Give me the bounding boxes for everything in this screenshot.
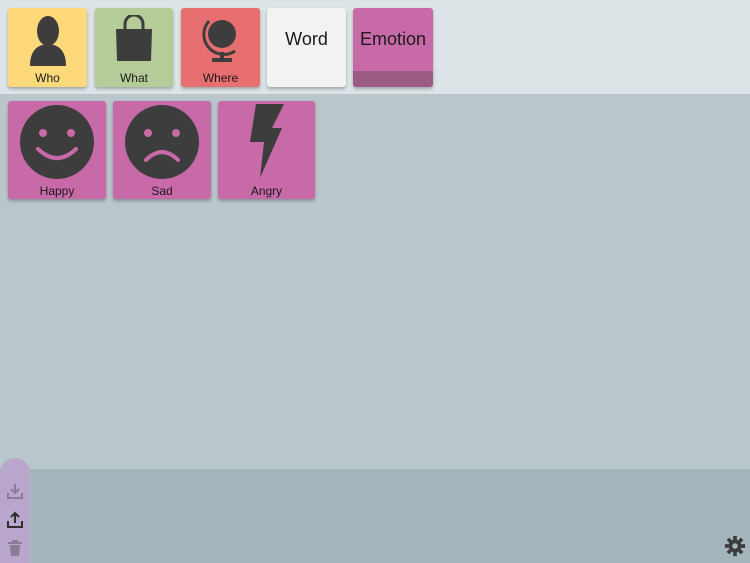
gear-icon[interactable]	[724, 535, 746, 557]
emotion-sad-label: Sad	[151, 184, 173, 198]
emotion-happy-label: Happy	[39, 184, 75, 198]
download-icon[interactable]	[6, 482, 24, 500]
person-icon	[30, 16, 66, 66]
category-emotion-tile[interactable]: Emotion	[353, 8, 433, 87]
category-word-label: Word	[285, 29, 328, 49]
category-who-tile[interactable]: Who	[8, 8, 87, 87]
upload-icon[interactable]	[6, 511, 24, 529]
category-what-tile[interactable]: What	[95, 8, 173, 87]
emotion-angry-tile[interactable]: Angry	[218, 101, 315, 199]
emotion-sad-tile[interactable]: Sad	[113, 101, 211, 199]
sad-face-icon	[125, 105, 199, 179]
emotion-angry-label: Angry	[250, 184, 283, 198]
category-who-label: Who	[35, 71, 60, 85]
category-word-tile[interactable]: Word	[267, 8, 346, 87]
sentence-panel[interactable]	[0, 469, 750, 563]
selected-indicator	[353, 71, 433, 87]
action-tab[interactable]	[0, 458, 30, 563]
category-where-label: Where	[202, 71, 239, 85]
category-where-tile[interactable]: Where	[181, 8, 260, 87]
category-what-label: What	[119, 71, 148, 85]
happy-face-icon	[20, 105, 94, 179]
shopping-bag-icon	[116, 15, 152, 61]
emotion-happy-tile[interactable]: Happy	[8, 101, 106, 199]
category-emotion-label: Emotion	[359, 29, 427, 49]
lightning-bolt-icon	[250, 104, 284, 178]
globe-icon	[202, 19, 236, 62]
trash-icon[interactable]	[6, 539, 24, 557]
